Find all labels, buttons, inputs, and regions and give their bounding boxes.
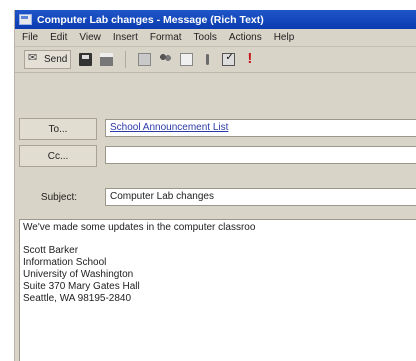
cc-row: Cc...: [15, 145, 416, 167]
menu-format[interactable]: Format: [150, 32, 182, 43]
message-window: Computer Lab changes - Message (Rich Tex…: [14, 10, 416, 361]
menu-edit[interactable]: Edit: [50, 32, 67, 43]
high-importance-icon[interactable]: [243, 50, 256, 67]
send-button[interactable]: Send: [24, 50, 72, 69]
signature-line: Seattle, WA 98195-2840: [23, 293, 132, 304]
to-button[interactable]: To...: [19, 118, 97, 140]
window-title: Computer Lab changes - Message (Rich Tex…: [37, 13, 264, 26]
signature-line: Information School: [23, 257, 107, 268]
save-icon[interactable]: [79, 53, 93, 66]
cc-field[interactable]: [105, 146, 416, 164]
to-row: To... School Announcement List: [15, 118, 416, 140]
message-body[interactable]: We've made some updates in the computer …: [19, 219, 416, 361]
menu-view[interactable]: View: [79, 32, 101, 43]
toolbar-separator: [125, 51, 127, 68]
subject-row: Subject: Computer Lab changes: [15, 187, 416, 209]
title-bar: Computer Lab changes - Message (Rich Tex…: [15, 10, 416, 29]
signature-line: Scott Barker: [23, 245, 79, 256]
address-book-icon[interactable]: [159, 53, 173, 66]
print-icon[interactable]: [100, 53, 114, 66]
subject-field[interactable]: Computer Lab changes: [105, 188, 416, 206]
insert-file-icon[interactable]: [180, 53, 194, 66]
send-label: Send: [44, 54, 68, 65]
subject-label: Subject:: [40, 191, 78, 203]
menu-bar: File Edit View Insert Format Tools Actio…: [15, 29, 416, 47]
message-icon: [19, 14, 32, 25]
to-field[interactable]: School Announcement List: [105, 119, 416, 137]
signature-line: University of Washington: [23, 269, 134, 280]
cc-button[interactable]: Cc...: [19, 145, 97, 167]
paperclip-icon[interactable]: [201, 53, 214, 66]
menu-insert[interactable]: Insert: [113, 32, 138, 43]
attach-icon[interactable]: [138, 53, 152, 66]
body-text: We've made some updates in the computer …: [23, 222, 256, 233]
send-icon: [28, 51, 41, 66]
menu-help[interactable]: Help: [274, 32, 295, 43]
menu-tools[interactable]: Tools: [194, 32, 217, 43]
signature-line: Suite 370 Mary Gates Hall: [23, 281, 140, 292]
check-names-icon[interactable]: [222, 52, 236, 66]
menu-actions[interactable]: Actions: [229, 32, 262, 43]
to-recipient: School Announcement List: [110, 122, 229, 133]
menu-file[interactable]: File: [22, 32, 38, 43]
toolbar: Send: [15, 47, 416, 73]
